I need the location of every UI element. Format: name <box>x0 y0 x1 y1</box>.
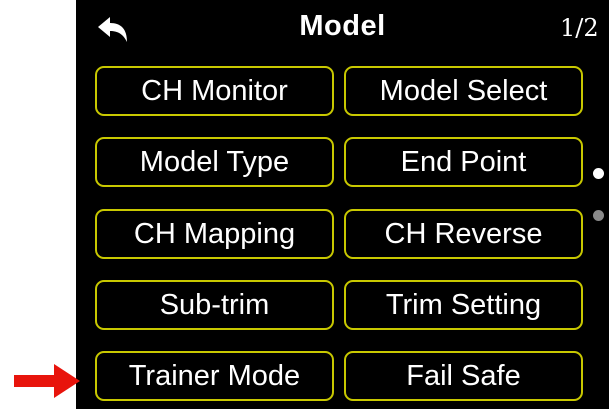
ch-monitor-button[interactable]: CH Monitor <box>95 66 334 116</box>
model-type-button[interactable]: Model Type <box>95 137 334 187</box>
ch-mapping-button[interactable]: CH Mapping <box>95 209 334 259</box>
canvas: Model 1/2 CH Monitor Model Select Model … <box>0 0 609 409</box>
ch-reverse-button[interactable]: CH Reverse <box>344 209 583 259</box>
page-title: Model <box>299 10 386 42</box>
page-dot-1-active[interactable] <box>593 168 604 179</box>
end-point-button[interactable]: End Point <box>344 137 583 187</box>
model-select-button[interactable]: Model Select <box>344 66 583 116</box>
page-dot-2[interactable] <box>593 210 604 221</box>
page-indicator: 1/2 <box>560 14 599 42</box>
sub-trim-button[interactable]: Sub-trim <box>95 280 334 330</box>
red-arrow-icon <box>14 364 80 398</box>
trim-setting-button[interactable]: Trim Setting <box>344 280 583 330</box>
header-bar: Model 1/2 <box>76 0 609 58</box>
fail-safe-button[interactable]: Fail Safe <box>344 351 583 401</box>
transmitter-screen: Model 1/2 CH Monitor Model Select Model … <box>76 0 609 409</box>
trainer-mode-button[interactable]: Trainer Mode <box>95 351 334 401</box>
